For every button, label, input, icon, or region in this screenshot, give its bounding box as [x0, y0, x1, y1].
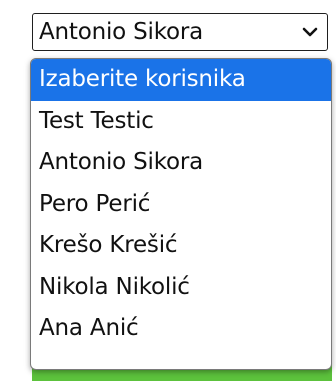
selected-user-value: Antonio Sikora: [39, 19, 204, 45]
option-antonio-sikora[interactable]: Antonio Sikora: [31, 142, 331, 184]
option-ana-anic[interactable]: Ana Anić: [31, 308, 331, 350]
option-test-testic[interactable]: Test Testic: [31, 101, 331, 143]
option-pero-peric[interactable]: Pero Perić: [31, 184, 331, 226]
user-select[interactable]: Antonio Sikora: [32, 13, 328, 51]
option-nikola-nikolic[interactable]: Nikola Nikolić: [31, 267, 331, 309]
page: Antonio Sikora Izaberite korisnika Test …: [0, 0, 336, 381]
option-izaberite-korisnika[interactable]: Izaberite korisnika: [31, 59, 331, 101]
user-dropdown-list: Izaberite korisnika Test Testic Antonio …: [30, 58, 332, 370]
option-kreso-kresic[interactable]: Krešo Krešić: [31, 225, 331, 267]
chevron-down-icon: [301, 25, 319, 39]
